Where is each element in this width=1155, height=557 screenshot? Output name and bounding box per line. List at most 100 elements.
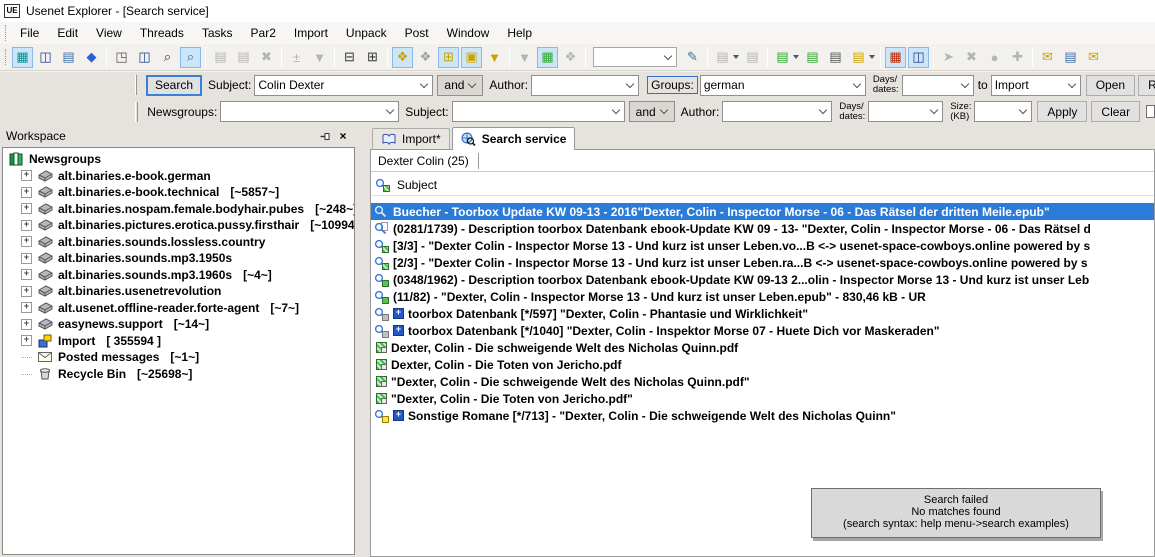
tree-item-newsgroup[interactable]: + alt.binaries.sounds.mp3.1960s [~4~] xyxy=(5,267,354,284)
quick-search-input[interactable] xyxy=(594,50,660,64)
par2-create-icon[interactable]: ▤ xyxy=(712,47,733,68)
operator-dropdown[interactable]: and xyxy=(437,74,484,96)
edit-search-icon[interactable]: ✎ xyxy=(682,47,703,68)
combo-dropdown-button[interactable] xyxy=(926,102,942,121)
result-row[interactable]: (0348/1962) - Description toorbox Datenb… xyxy=(371,271,1154,288)
author-combo[interactable] xyxy=(531,74,640,96)
operator2-dropdown[interactable]: and xyxy=(628,101,675,122)
show-newsgroups-icon[interactable]: ▦ xyxy=(12,46,33,68)
open-button[interactable]: Open xyxy=(1085,74,1136,96)
groups-input[interactable] xyxy=(700,78,849,92)
delete-folder-icon[interactable]: ✖ xyxy=(256,47,277,68)
quick-search-combo[interactable] xyxy=(593,47,677,67)
author2-combo[interactable] xyxy=(722,101,833,122)
menu-import[interactable]: Import xyxy=(285,23,337,43)
schedule-icon[interactable]: ● xyxy=(984,47,1005,68)
apply-button[interactable]: Apply xyxy=(1037,101,1088,122)
combo-dropdown-button[interactable] xyxy=(622,76,638,95)
result-row-collection[interactable]: + toorbox Datenbank [*/597] "Dexter, Col… xyxy=(371,305,1154,322)
send-mail-icon[interactable]: ✉ xyxy=(1037,47,1058,68)
result-row-file[interactable]: Dexter, Colin - Die Toten von Jericho.pd… xyxy=(371,356,1154,373)
result-row-file[interactable]: Dexter, Colin - Die schweigende Welt des… xyxy=(371,339,1154,356)
par2-repair-icon[interactable]: ▤ xyxy=(742,47,763,68)
toolbar-grip[interactable] xyxy=(5,49,8,65)
result-row-selected[interactable]: Buecher - Toorbox Update KW 09-13 - 2016… xyxy=(371,203,1154,220)
pin-icon[interactable] xyxy=(317,129,333,144)
tree-item-newsgroup[interactable]: + easynews.support [~14~] xyxy=(5,316,354,333)
expand-plus-icon[interactable]: + xyxy=(393,410,404,421)
size-combo[interactable] xyxy=(974,101,1033,122)
tree-item-newsgroup[interactable]: + alt.binaries.sounds.lossless.country xyxy=(5,234,354,251)
days-dates-combo[interactable] xyxy=(901,74,974,96)
result-row[interactable]: (11/82) - "Dexter, Colin - Inspector Mor… xyxy=(371,288,1154,305)
open-inbox-icon[interactable]: ✉ xyxy=(1083,47,1104,68)
combo-dropdown-button[interactable] xyxy=(464,76,480,95)
expand-plus-icon[interactable]: + xyxy=(21,170,32,182)
author2-input[interactable] xyxy=(723,104,816,119)
tools-icon[interactable]: ✚ xyxy=(1007,47,1028,68)
result-row[interactable]: [3/3] - "Dexter Colin - Inspector Morse … xyxy=(371,237,1154,254)
tree-item-newsgroup[interactable]: + alt.binaries.nospam.female.bodyhair.pu… xyxy=(5,201,354,218)
result-row-collection[interactable]: + Sonstige Romane [*/713] - "Dexter, Col… xyxy=(371,407,1154,424)
combo-dropdown-button[interactable] xyxy=(656,102,672,121)
tree-item-newsgroup[interactable]: + alt.binaries.e-book.german xyxy=(5,168,354,185)
newsgroups-combo[interactable] xyxy=(220,101,400,122)
download-headers-icon[interactable]: ▤ xyxy=(58,47,79,68)
address-book-icon[interactable]: ▤ xyxy=(1060,47,1081,68)
combo-dropdown-button[interactable] xyxy=(1064,76,1080,95)
expand-plus-icon[interactable]: + xyxy=(21,252,32,264)
expand-plus-icon[interactable]: + xyxy=(21,318,32,330)
menu-post[interactable]: Post xyxy=(396,23,438,43)
combo-dropdown-button[interactable] xyxy=(957,76,973,95)
menu-window[interactable]: Window xyxy=(438,23,499,43)
reset-button[interactable]: Reset xyxy=(1138,74,1155,96)
groups-combo[interactable] xyxy=(699,74,866,96)
combo-dropdown-button[interactable] xyxy=(660,48,676,66)
show-page-icon[interactable]: ▣ xyxy=(461,46,482,68)
expand-plus-icon[interactable]: + xyxy=(393,325,404,336)
subject-combo[interactable] xyxy=(254,74,434,96)
subject2-input[interactable] xyxy=(452,104,608,119)
add-rule-icon[interactable]: ± xyxy=(286,47,307,68)
cancel-task-icon[interactable]: ✖ xyxy=(961,47,982,68)
dropdown-arrow-icon[interactable] xyxy=(869,55,875,59)
days-dates-input[interactable] xyxy=(902,78,957,92)
new-folder-icon[interactable]: ▤ xyxy=(210,47,231,68)
clear-button[interactable]: Clear xyxy=(1091,101,1141,122)
expand-plus-icon[interactable]: + xyxy=(393,308,404,319)
expand-plus-icon[interactable]: + xyxy=(21,335,32,347)
import-stop-icon[interactable]: ▤ xyxy=(825,47,846,68)
menu-help[interactable]: Help xyxy=(498,23,541,43)
import-to-folder-icon[interactable]: ▤ xyxy=(772,47,793,68)
import-pause-icon[interactable]: ▤ xyxy=(802,47,823,68)
filter-row-grip[interactable] xyxy=(135,75,137,95)
tree-item-newsgroup[interactable]: + alt.binaries.usenetrevolution xyxy=(5,283,354,300)
menu-unpack[interactable]: Unpack xyxy=(337,23,396,43)
combine-parts-icon[interactable]: ❖ xyxy=(392,46,413,68)
menu-threads[interactable]: Threads xyxy=(131,23,193,43)
dropdown-arrow-icon[interactable] xyxy=(733,55,739,59)
expand-plus-icon[interactable]: + xyxy=(21,186,32,198)
combo-dropdown-button[interactable] xyxy=(608,102,624,121)
menu-tasks[interactable]: Tasks xyxy=(193,23,242,43)
shift-right-icon[interactable]: ⊞ xyxy=(362,47,383,68)
move-folder-icon[interactable]: ▤ xyxy=(233,47,254,68)
result-row[interactable]: (0281/1739) - Description toorbox Datenb… xyxy=(371,220,1154,237)
days-dates2-combo[interactable] xyxy=(868,101,944,122)
tree-item-recycle-bin[interactable]: Recycle Bin [~25698~] xyxy=(5,366,354,383)
tab-import[interactable]: Import* xyxy=(372,128,450,149)
menu-file[interactable]: File xyxy=(11,23,48,43)
size-input[interactable] xyxy=(975,104,1016,119)
statistics-chart-icon[interactable]: ▦ xyxy=(885,46,906,68)
author-input[interactable] xyxy=(532,78,623,92)
combine-alt-icon[interactable]: ❖ xyxy=(415,47,436,68)
expand-plus-icon[interactable]: + xyxy=(21,203,32,215)
menu-view[interactable]: View xyxy=(87,23,131,43)
close-icon[interactable]: × xyxy=(335,129,351,144)
combo-dropdown-button[interactable] xyxy=(382,102,398,121)
save-disk-icon[interactable]: ◫ xyxy=(908,46,929,68)
tree-item-import[interactable]: + Import [ 355594 ] xyxy=(5,333,354,350)
open-newsgroup-icon[interactable]: ◫ xyxy=(35,47,56,68)
filter-off-icon[interactable]: ▼ xyxy=(514,47,535,68)
filter-row-grip[interactable] xyxy=(135,101,139,122)
